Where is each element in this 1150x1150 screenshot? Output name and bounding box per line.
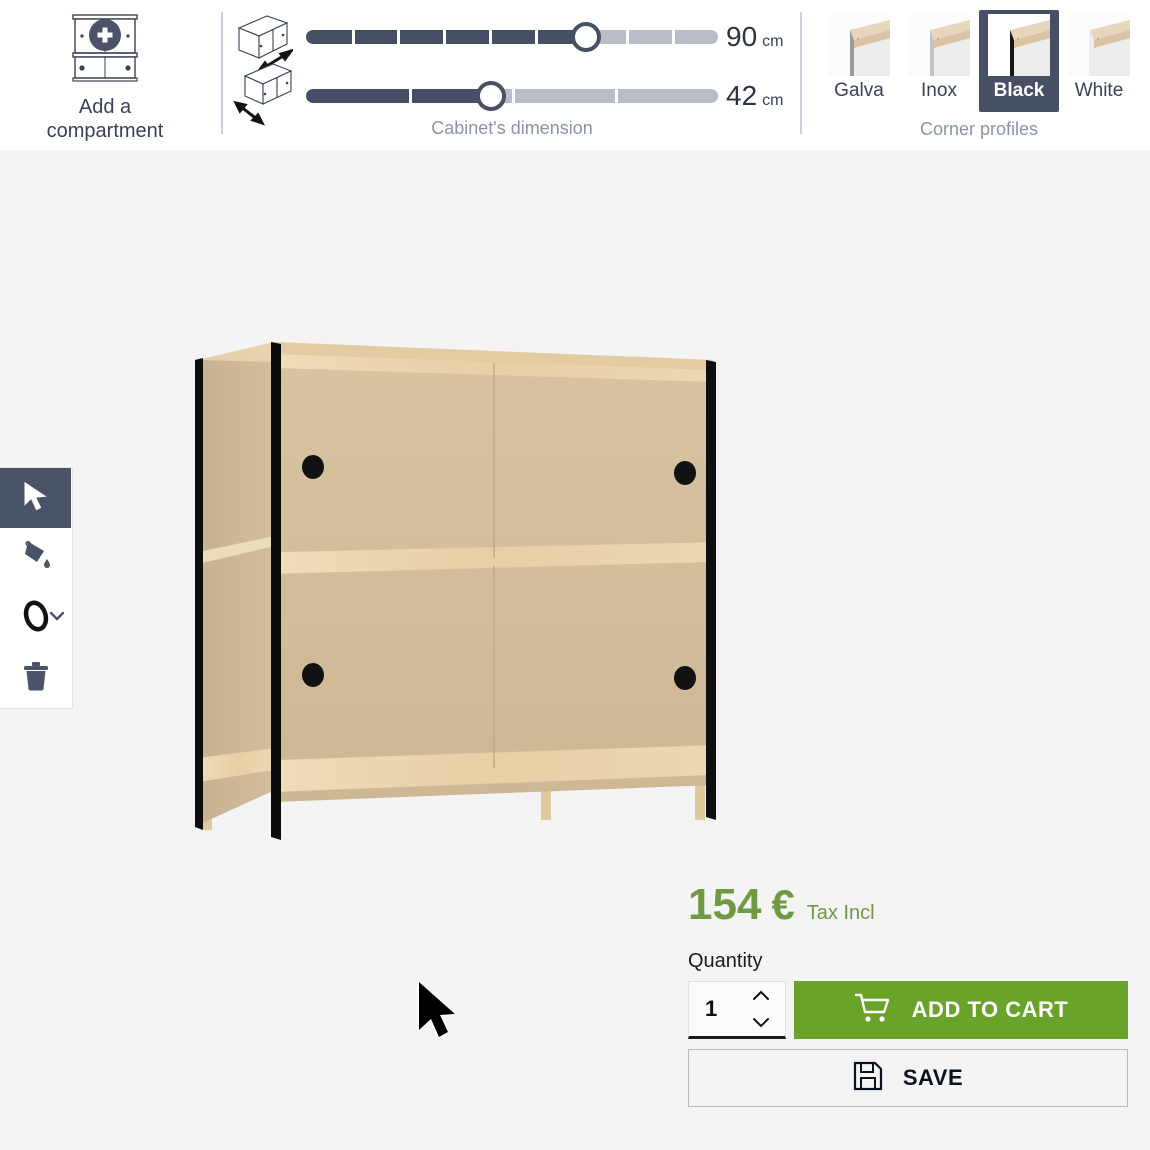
width-slider-value: 90 [726, 21, 758, 52]
knob-handle-icon [19, 599, 53, 638]
quantity-arrows [751, 982, 771, 1036]
cabinet-width-arrow-icon [233, 15, 295, 126]
quantity-label: Quantity [688, 950, 763, 972]
height-slider-thumb[interactable] [476, 81, 507, 111]
door-knob [674, 666, 696, 690]
height-slider-track[interactable] [306, 89, 718, 103]
chevron-down-icon[interactable] [49, 609, 65, 627]
corner-profile-back-left [195, 358, 203, 830]
width-slider-thumb[interactable] [571, 22, 602, 52]
price-display: 154 € Tax Incl [688, 880, 1128, 930]
quantity-decrease-icon[interactable] [751, 1016, 771, 1028]
width-slider-ticks [306, 30, 718, 44]
paint-bucket-icon [20, 540, 52, 577]
header-divider-left [221, 12, 223, 134]
corner-profile-swatch-black [988, 14, 1050, 76]
shopping-cart-icon [854, 992, 892, 1029]
corner-profile-option-white[interactable]: White [1059, 10, 1139, 112]
add-compartment-icon [68, 12, 142, 89]
price-amount: 154 [688, 880, 762, 929]
add-compartment-label: Add a compartment [46, 96, 164, 142]
door-knob [302, 455, 324, 479]
save-button[interactable]: SAVE [688, 1049, 1128, 1107]
configurator-app: Add a compartment 90 cm 42 cm Cabinet's … [0, 0, 1150, 1150]
header-divider-right [800, 12, 802, 134]
cabinet-3d-preview[interactable] [185, 330, 725, 845]
add-to-cart-button[interactable]: ADD TO CART [794, 981, 1128, 1039]
dimension-illustrations [231, 6, 295, 126]
mouse-pointer [415, 980, 463, 1047]
slider-row-width: 90 cm [306, 17, 796, 57]
slider-row-height: 42 cm [306, 76, 796, 116]
quantity-stepper[interactable]: 1 [688, 981, 786, 1039]
door-knob [302, 663, 324, 687]
floppy-disk-icon [853, 1061, 883, 1096]
corner-profiles-group: Galva Inox Black White Corner profiles [808, 0, 1150, 150]
corner-profile-right [706, 360, 716, 820]
width-slider-value-group: 90 cm [726, 21, 783, 53]
width-slider-unit: cm [762, 33, 784, 50]
cursor-arrow-icon [21, 479, 51, 517]
width-slider[interactable] [306, 17, 718, 57]
height-slider[interactable] [306, 76, 718, 116]
corner-profile-front-left [271, 342, 281, 840]
edit-toolbar [0, 467, 73, 709]
price-currency: € [771, 881, 795, 928]
handle-tool-button[interactable] [0, 588, 71, 648]
quantity-value[interactable]: 1 [705, 996, 717, 1022]
corner-profile-label-black: Black [993, 80, 1045, 101]
purchase-action-row: 1 ADD TO CART [688, 981, 1128, 1039]
configurator-toolbar-header: Add a compartment 90 cm 42 cm Cabinet's … [0, 0, 1150, 150]
cabinet-dimension-caption: Cabinet's dimension [431, 118, 593, 138]
cabinet-dimension-group: 90 cm 42 cm Cabinet's dimension [228, 0, 793, 150]
trash-icon [21, 660, 51, 697]
corner-profile-label-inox: Inox [921, 80, 957, 101]
corner-profile-swatch-inox [908, 14, 970, 76]
corner-profile-swatch-galva [828, 14, 890, 76]
door-knob [674, 461, 696, 485]
height-slider-ticks [306, 89, 718, 103]
corner-profiles-options: Galva Inox Black White [808, 10, 1150, 115]
height-slider-value: 42 [726, 80, 758, 111]
corner-profile-swatch-white [1068, 14, 1130, 76]
paint-tool-button[interactable] [0, 528, 71, 588]
quantity-increase-icon[interactable] [751, 990, 771, 1002]
save-label: SAVE [902, 1065, 964, 1090]
corner-profile-label-white: White [1074, 80, 1124, 101]
corner-profiles-caption: Corner profiles [919, 119, 1039, 139]
height-slider-unit: cm [762, 92, 784, 109]
corner-profile-option-galva[interactable]: Galva [819, 10, 899, 112]
height-slider-value-group: 42 cm [726, 80, 783, 112]
select-tool-button[interactable] [0, 468, 71, 528]
add-compartment-button[interactable]: Add a compartment [0, 0, 210, 150]
purchase-panel: 154 € Tax Incl Quantity 1 ADD TO CART SA… [688, 880, 1128, 1107]
width-slider-track[interactable] [306, 30, 718, 44]
add-to-cart-label: ADD TO CART [911, 997, 1069, 1022]
corner-profile-option-black[interactable]: Black [979, 10, 1059, 112]
corner-profile-label-galva: Galva [834, 80, 884, 101]
corner-profile-option-inox[interactable]: Inox [899, 10, 979, 112]
price-tax-note: Tax Incl [806, 902, 875, 924]
delete-tool-button[interactable] [0, 648, 71, 708]
